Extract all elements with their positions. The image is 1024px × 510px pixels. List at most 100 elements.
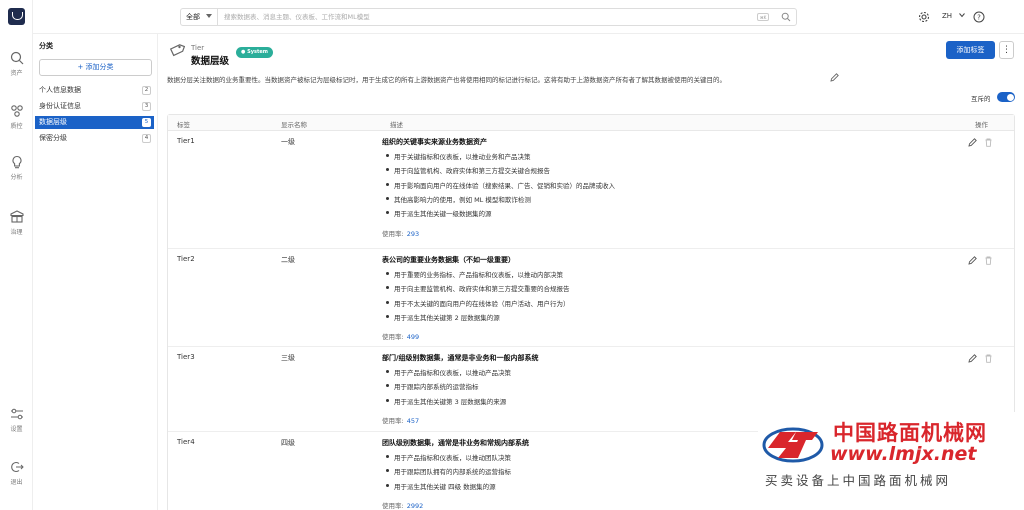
classification-description: 数据分层关注数据的业务重要性。当数据资产被标记为层级标记时，用于生成它的所有上游… [167, 76, 726, 84]
column-header-description: 描述 [390, 121, 403, 129]
tag-description-list: 用于产品指标和仪表板，以推动团队决策 用于跟踪团队拥有的内部系统的运营指标 用于… [382, 452, 511, 495]
settings-sliders-icon [10, 408, 23, 420]
list-item: 用于派生其他关键 四级 数据集的源 [382, 481, 511, 495]
rail-item-label: 治理 [10, 229, 23, 236]
tag-display-name: 二级 [281, 256, 295, 264]
list-item: 用于跟踪内部系统的运营指标 [382, 381, 511, 395]
usage-info: 使用率: 293 [382, 228, 419, 238]
rail-item-logout[interactable]: 退出 [0, 460, 33, 486]
rail-item-label: 分析 [10, 174, 23, 181]
usage-count[interactable]: 499 [407, 333, 419, 341]
rail-item-governance[interactable]: 治理 [0, 210, 33, 236]
insight-bulb-icon [11, 155, 22, 169]
list-item: 用于向监管机构、政府实体和第三方提交关键合规报告 [382, 165, 615, 179]
list-item: 用于不太关键的面向用户的在线体验（用户活动、用户行为） [382, 298, 570, 312]
list-item: 用于影响面向用户的在线体验（搜索结果、广告、促销和实验）的品牌或收入 [382, 180, 615, 194]
mutually-exclusive-toggle[interactable] [997, 92, 1015, 102]
rail-item-label: 资产 [10, 70, 23, 77]
settings-gear-icon[interactable] [918, 11, 930, 23]
category-item-active[interactable]: 数据层级 5 [35, 116, 154, 129]
usage-info: 使用率: 457 [382, 415, 419, 425]
asset-search-icon [10, 51, 23, 65]
usage-count[interactable]: 2992 [407, 502, 424, 510]
tag-description-title: 表公司的重要业务数据集（不如一级重要） [382, 256, 515, 264]
usage-info: 使用率: 2992 [382, 500, 423, 510]
delete-icon[interactable] [984, 138, 993, 147]
usage-count[interactable]: 293 [407, 230, 419, 238]
delete-icon[interactable] [984, 354, 993, 363]
usage-label: 使用率: [382, 333, 404, 341]
edit-icon[interactable] [968, 256, 977, 265]
category-item[interactable]: 个人信息数据 2 [35, 84, 154, 97]
plus-icon: + [77, 63, 86, 71]
top-bar: 全部 搜索数据表、消息主题、仪表板、工作流和ML模型 ⌘K ZH ? M [33, 0, 1024, 34]
category-count: 2 [142, 86, 151, 95]
add-tag-button[interactable]: 添加标签 [946, 41, 995, 59]
chevron-down-icon [206, 14, 212, 18]
tag-icon [169, 44, 185, 57]
shortcut-hint: ⌘K [757, 13, 769, 21]
list-item: 用于产品指标和仪表板，以推动团队决策 [382, 452, 511, 466]
tag-display-name: 三级 [281, 354, 295, 362]
tag-description-list: 用于产品指标和仪表板，以推动产品决策 用于跟踪内部系统的运营指标 用于派生其他关… [382, 367, 511, 410]
search-icon[interactable] [781, 12, 791, 22]
list-item: 用于关键指标和仪表板，以推动业务和产品决策 [382, 151, 615, 165]
rail-item-settings[interactable]: 设置 [0, 407, 33, 433]
system-badge: ● System [236, 47, 273, 58]
tag-name[interactable]: Tier4 [177, 438, 195, 446]
list-item: 用于产品指标和仪表板，以推动产品决策 [382, 367, 511, 381]
help-icon[interactable]: ? [973, 11, 985, 23]
usage-info: 使用率: 499 [382, 331, 419, 341]
tag-description-list: 用于关键指标和仪表板，以推动业务和产品决策 用于向监管机构、政府实体和第三方提交… [382, 151, 615, 222]
rail-item-label: 质控 [10, 123, 23, 130]
category-count: 4 [142, 134, 151, 143]
watermark-url: www.lmjx.net [830, 443, 977, 465]
logout-icon [10, 461, 24, 473]
system-badge-label: System [247, 49, 268, 55]
edit-description-icon[interactable] [830, 73, 839, 82]
search-scope-select[interactable]: 全部 [181, 9, 218, 25]
list-item: 其他高影响力的使用，例如 ML 模型和欺诈检测 [382, 194, 615, 208]
rail-item-label: 设置 [10, 426, 23, 433]
language-select[interactable]: ZH [942, 12, 952, 20]
list-item: 用于派生其他关键第 3 层数据集的来源 [382, 396, 511, 410]
rail-item-insights[interactable]: 分析 [0, 155, 33, 181]
list-item: 用于向主要监管机构、政府实体和第三方提交重要的合规报告 [382, 283, 570, 297]
tag-description-title: 组织的关键事实来源业务数据资产 [382, 138, 487, 146]
category-label: 数据层级 [39, 118, 67, 126]
table-header: 标签 显示名称 描述 操作 [168, 115, 1014, 131]
global-search: 全部 搜索数据表、消息主题、仪表板、工作流和ML模型 ⌘K [180, 8, 797, 26]
list-item: 用于重要的业务指标、产品指标和仪表板，以推动内部决策 [382, 269, 570, 283]
tag-name[interactable]: Tier2 [177, 255, 195, 263]
governance-icon [9, 210, 24, 223]
delete-icon[interactable] [984, 256, 993, 265]
tag-description-title: 部门/组级别数据集，通常是非业务和一般内部系统 [382, 354, 539, 362]
watermark-logo [762, 427, 824, 463]
tag-display-name: 四级 [281, 439, 295, 447]
category-panel-title: 分类 [39, 42, 53, 50]
watermark: 中国路面机械网 www.lmjx.net 买卖设备上中国路面机械网 [758, 412, 1024, 510]
nav-rail: 资产 质控 分析 治理 设置 退出 [0, 0, 33, 510]
tag-description-title: 团队级别数据集，通常是非业务和常规内部系统 [382, 439, 529, 447]
classification-prefix: Tier [191, 44, 205, 52]
column-header-display-name: 显示名称 [281, 121, 307, 129]
category-panel: 分类 + 添加分类 个人信息数据 2 身份认证信息 3 数据层级 5 保密分级 4 [33, 34, 158, 510]
category-item[interactable]: 身份认证信息 3 [35, 100, 154, 113]
rail-item-assets[interactable]: 资产 [0, 51, 33, 77]
edit-icon[interactable] [968, 138, 977, 147]
search-scope-value: 全部 [186, 13, 200, 21]
category-item[interactable]: 保密分级 4 [35, 132, 154, 145]
search-input[interactable]: 搜索数据表、消息主题、仪表板、工作流和ML模型 [224, 9, 370, 25]
tag-name[interactable]: Tier1 [177, 137, 195, 145]
add-category-button[interactable]: + 添加分类 [39, 59, 152, 76]
table-row: Tier2 二级 表公司的重要业务数据集（不如一级重要） 用于重要的业务指标、产… [168, 249, 1014, 347]
rail-item-quality[interactable]: 质控 [0, 104, 33, 130]
usage-label: 使用率: [382, 417, 404, 425]
category-label: 保密分级 [39, 134, 67, 142]
app-logo-icon[interactable] [8, 8, 25, 25]
edit-icon[interactable] [968, 354, 977, 363]
tag-name[interactable]: Tier3 [177, 353, 195, 361]
category-count: 5 [142, 118, 151, 127]
more-options-button[interactable] [999, 41, 1014, 59]
usage-count[interactable]: 457 [407, 417, 419, 425]
